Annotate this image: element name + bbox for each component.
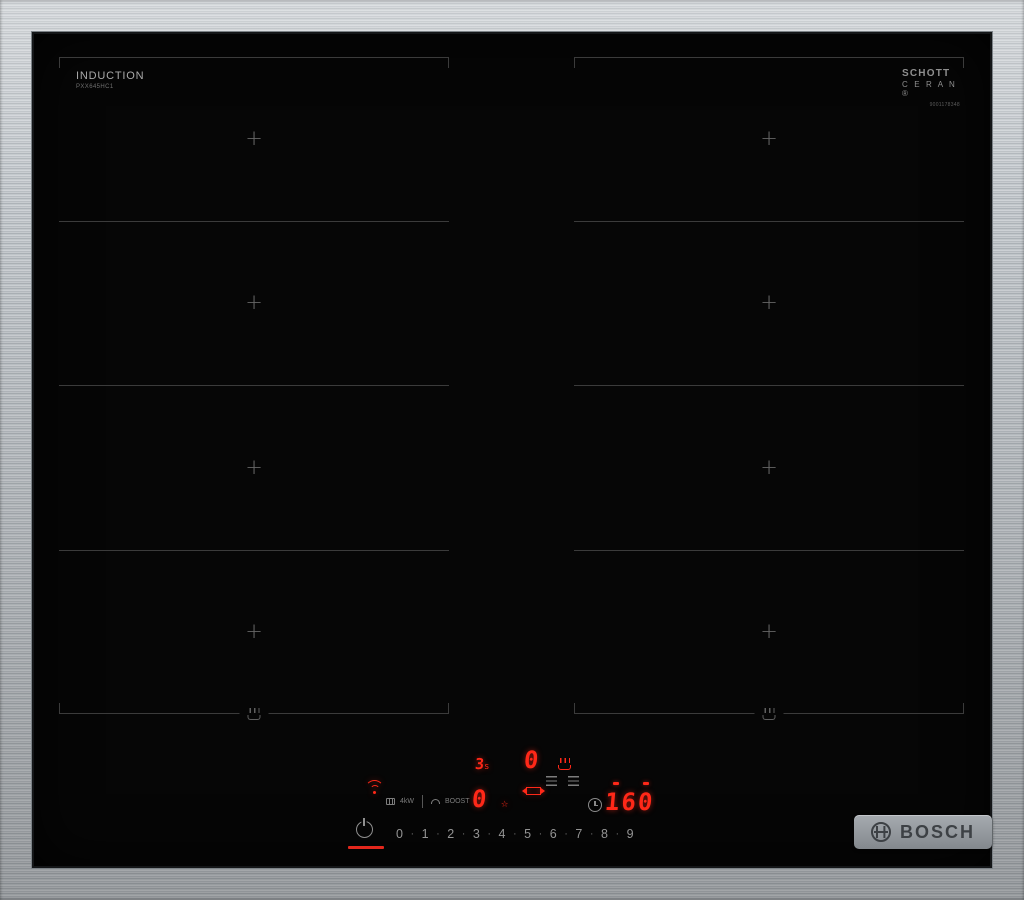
level-separator: · [512, 828, 517, 840]
coil-icon [386, 798, 395, 805]
boost-function-labels[interactable]: 4kW BOOST [386, 795, 470, 808]
boost-label: BOOST [445, 798, 470, 805]
countdown-value: 3 [474, 755, 485, 773]
divider [422, 795, 423, 808]
power-level-4[interactable]: 4 [499, 827, 506, 841]
level-separator: · [564, 828, 568, 840]
timer-indicator-left [613, 782, 619, 785]
induction-label-block: INDUCTION PXX645HC1 [76, 70, 144, 90]
level-separator: · [436, 828, 440, 840]
countdown-display: 3s [474, 755, 490, 773]
zone-center-marker: + [760, 454, 778, 479]
level-separator: · [589, 828, 594, 840]
level-separator: · [538, 828, 543, 840]
power-level-0[interactable]: 0 [396, 827, 403, 841]
countdown-unit: s [484, 762, 490, 772]
induction-label: INDUCTION [76, 70, 145, 82]
cooking-zone-left-2[interactable]: + [59, 222, 449, 386]
level-separator: · [615, 828, 620, 840]
wifi-icon [365, 780, 384, 795]
schott-ceran-logo: SCHOTT C E R A N ® 9001178348 [902, 68, 960, 108]
zone-select-icon-left[interactable] [546, 776, 557, 786]
bosch-logo-badge: BOSCH [854, 815, 992, 849]
zone-center-marker: + [760, 619, 778, 644]
zone-center-marker: + [245, 454, 263, 479]
power-level-9[interactable]: 9 [627, 827, 634, 841]
power-level-1[interactable]: 1 [422, 827, 429, 841]
flex-zone-right: + + + + [574, 57, 964, 721]
cooking-zone-right-2[interactable]: + [574, 222, 964, 386]
schott-line2: C E R A N ® [902, 80, 957, 98]
schott-code: 9001178348 [929, 102, 960, 108]
favorite-star-key[interactable]: ☆ [501, 796, 508, 810]
zone-select-icon-right[interactable] [568, 776, 579, 786]
power-level-2[interactable]: 2 [447, 827, 454, 841]
power-level-3[interactable]: 3 [473, 827, 480, 841]
power-active-indicator [348, 846, 384, 849]
cooking-zone-left-4[interactable]: + [59, 551, 449, 715]
timer-indicator-right [643, 782, 649, 785]
zone-center-marker: + [245, 619, 263, 644]
power-level-6[interactable]: 6 [550, 827, 557, 841]
model-number: PXX645HC1 [76, 84, 114, 90]
pan-steam-indicator-icon [558, 756, 571, 771]
cooking-zone-left-3[interactable]: + [59, 386, 449, 551]
power-level-slider[interactable]: 0 · 1 · 2 · 3 · 4 · 5 · 6 · 7 · 8 · 9 [396, 827, 634, 841]
flex-zone-left: + + + + [59, 57, 449, 721]
cooktop-steel-frame: + + + + + + + + INDUCTION PXX645HC1 SCHO… [0, 0, 1024, 900]
zone-center-marker: + [245, 290, 263, 315]
power-icon[interactable] [356, 818, 373, 838]
zone-center-marker: + [245, 125, 263, 150]
cooking-zone-right-3[interactable]: + [574, 386, 964, 551]
bosch-wordmark: BOSCH [899, 821, 975, 842]
flex-move-icon [522, 787, 545, 795]
level-separator: · [410, 828, 415, 840]
boost-arc-icon [431, 799, 440, 804]
cooking-zone-right-4[interactable]: + [574, 551, 964, 715]
zone-center-marker: + [760, 125, 778, 150]
timer-clock-icon[interactable] [588, 798, 602, 812]
schott-line1: SCHOTT [902, 68, 951, 79]
glass-surface: + + + + + + + + INDUCTION PXX645HC1 SCHO… [32, 32, 992, 868]
bosch-symbol-icon [870, 822, 891, 842]
zone-level-display-top: 0 [522, 746, 540, 774]
pan-steam-icon [754, 706, 784, 721]
power-level-8[interactable]: 8 [601, 827, 608, 841]
zone-level-display-bottom: 0 [470, 785, 488, 813]
pan-steam-icon [239, 706, 269, 721]
power-kw-label: 4kW [400, 798, 414, 805]
level-separator: · [461, 828, 466, 840]
power-level-5[interactable]: 5 [524, 827, 531, 841]
power-level-7[interactable]: 7 [575, 827, 582, 841]
level-separator: · [487, 828, 491, 840]
zone-center-marker: + [760, 290, 778, 315]
timer-display: 160 [603, 788, 656, 816]
